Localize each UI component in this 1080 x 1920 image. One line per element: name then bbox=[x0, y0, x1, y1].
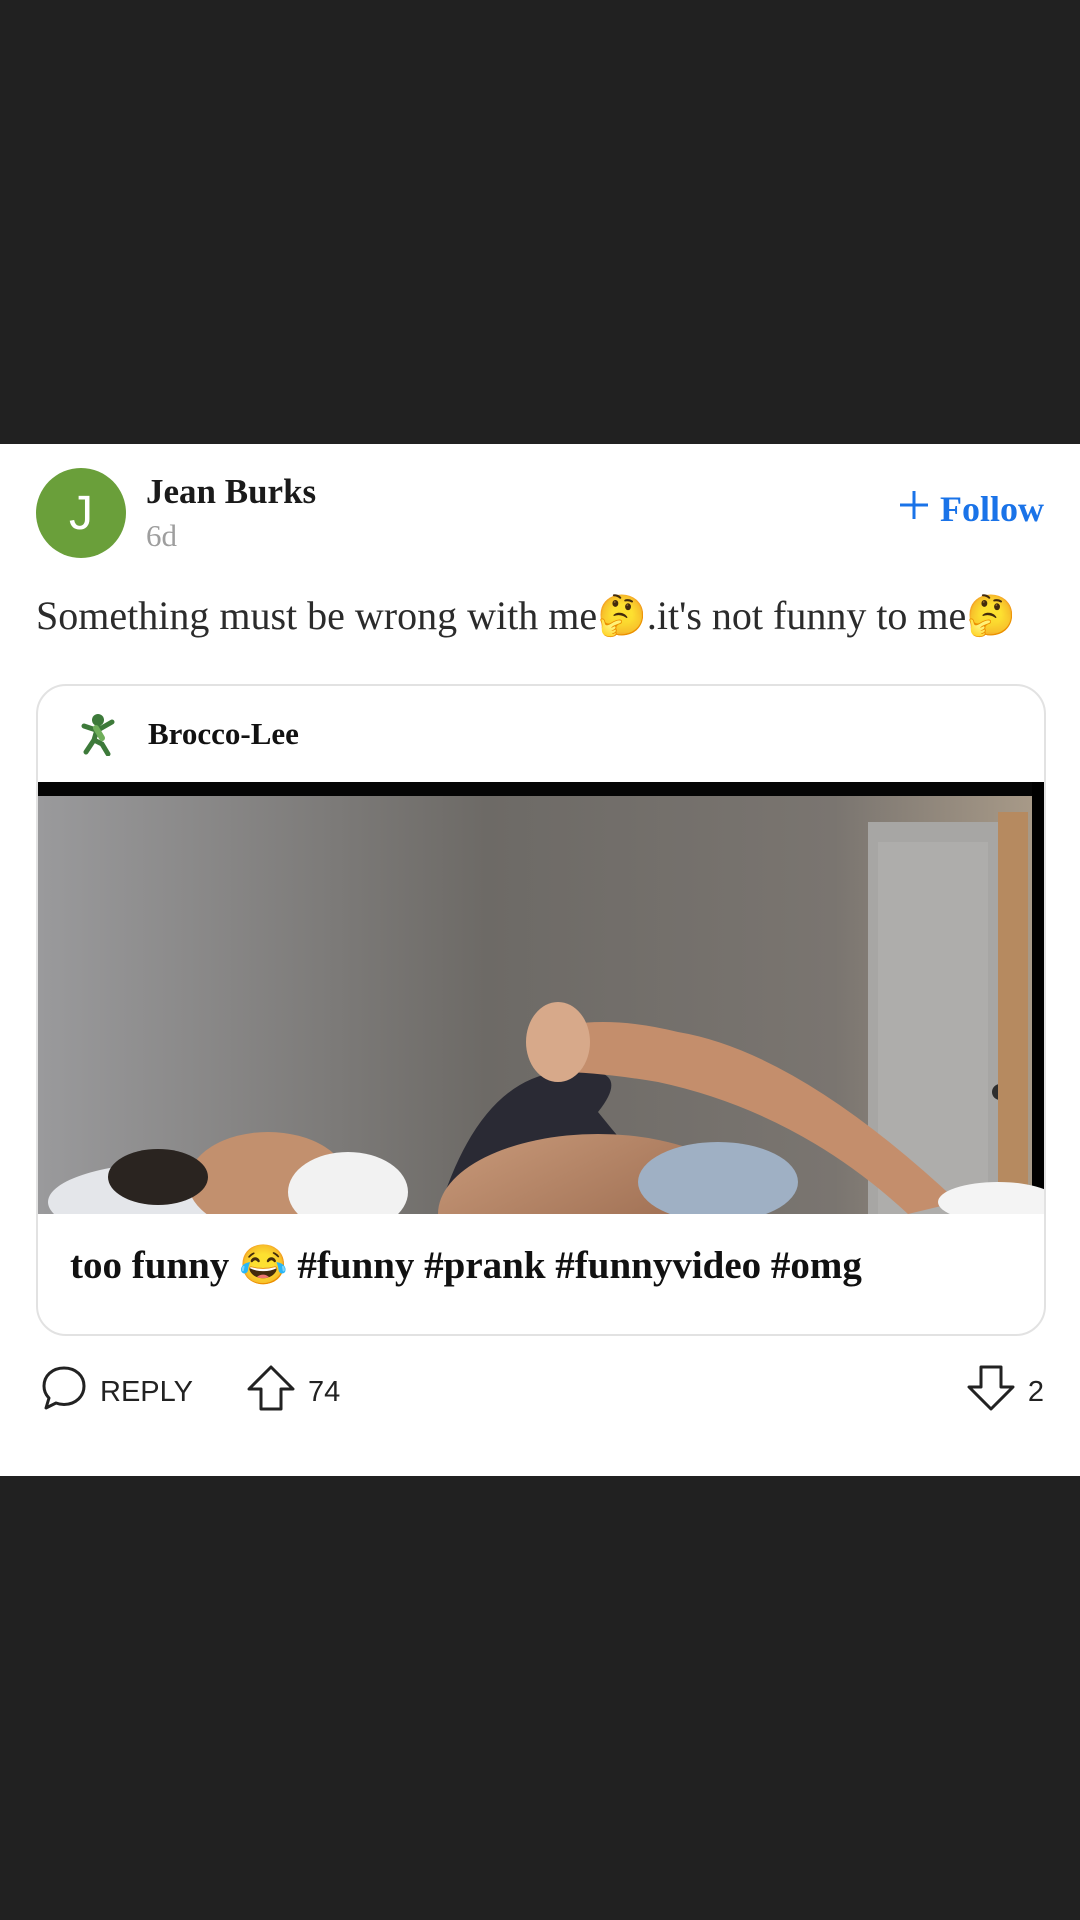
upvote-button[interactable]: 74 bbox=[246, 1364, 340, 1420]
embed-caption: too funny 😂 #funny #prank #funnyvideo #o… bbox=[70, 1244, 862, 1287]
post-card: J Jean Burks 6d Follow Something must be… bbox=[0, 444, 1080, 1476]
author-name[interactable]: Jean Burks bbox=[146, 472, 316, 512]
avatar[interactable]: J bbox=[36, 468, 126, 558]
downvote-arrow-icon bbox=[966, 1364, 1028, 1420]
comment-icon bbox=[40, 1364, 100, 1420]
action-bar: REPLY 74 2 bbox=[36, 1364, 1044, 1420]
downvote-count: 2 bbox=[1027, 1375, 1044, 1408]
post-text: Something must be wrong with me🤔.it's no… bbox=[36, 593, 1017, 638]
plus-icon bbox=[898, 488, 940, 530]
embed-avatar-icon[interactable] bbox=[76, 712, 120, 757]
post-time: 6d bbox=[146, 518, 177, 553]
reply-label: REPLY bbox=[100, 1375, 193, 1408]
embed-header: Brocco-Lee bbox=[38, 686, 1044, 782]
video-thumbnail[interactable] bbox=[38, 782, 1044, 1214]
follow-label: Follow bbox=[940, 489, 1044, 529]
embed-author-name[interactable]: Brocco-Lee bbox=[148, 716, 299, 752]
upvote-count: 74 bbox=[308, 1375, 341, 1408]
post-header: J Jean Burks 6d Follow bbox=[36, 468, 1044, 558]
upvote-arrow-icon bbox=[246, 1364, 308, 1420]
embedded-post[interactable]: Brocco-Lee too funny 😂 #funny #prank #fu… bbox=[36, 684, 1046, 1336]
reply-button[interactable]: REPLY bbox=[40, 1364, 193, 1420]
downvote-button[interactable]: 2 bbox=[966, 1364, 1044, 1420]
follow-button[interactable]: Follow bbox=[898, 488, 1044, 530]
